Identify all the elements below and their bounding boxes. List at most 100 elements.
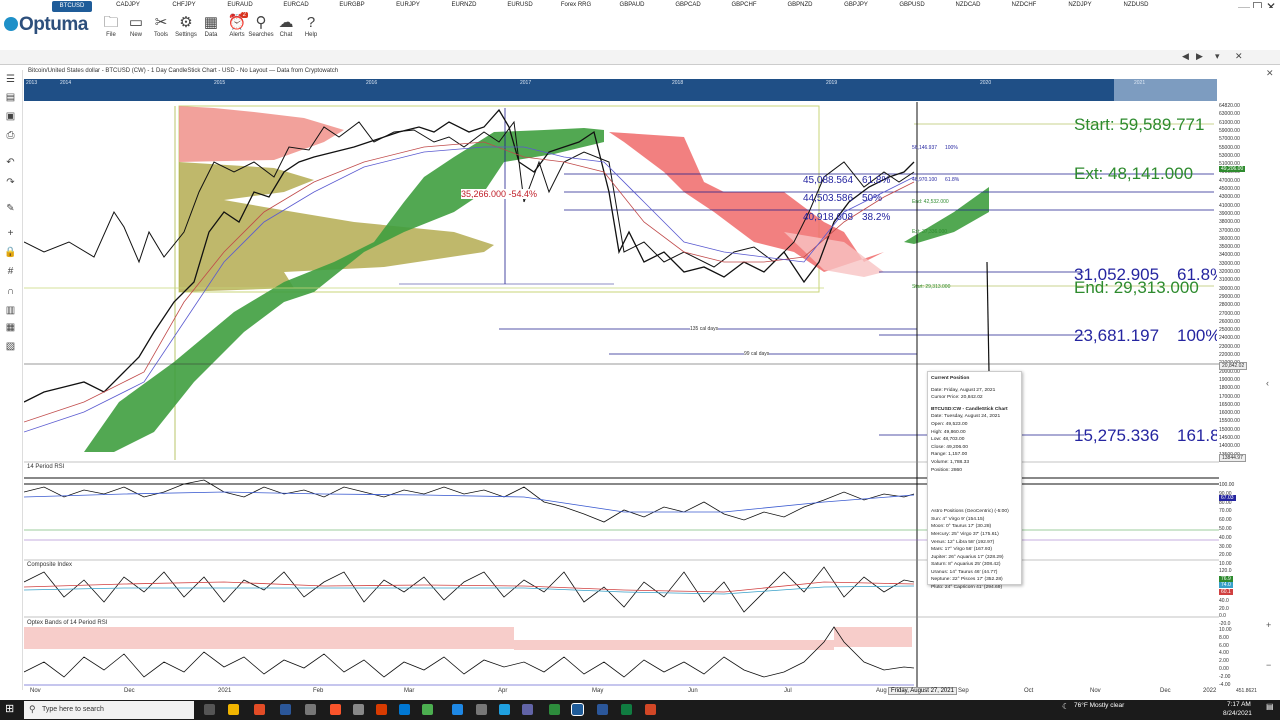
fib-ext-label: Ext: 48,141.000 [1074,164,1194,183]
timeline-year: 2017 [520,80,532,86]
timeline-year: 2020 [980,80,992,86]
table-icon[interactable]: ▦ [4,322,17,333]
axis-tick-label: 41000.00 [1219,202,1240,209]
tab-gbpaud[interactable]: GBPAUD [612,2,652,8]
tab-gbpchf[interactable]: GBPCHF [724,2,764,8]
app-icon[interactable] [280,704,291,715]
timeline-navigator[interactable]: 2013 2014 2015 2016 2017 2018 2019 2020 … [24,79,1217,101]
tab-eurgbp[interactable]: EURGBP [332,2,372,8]
chat-button[interactable]: ☁ Chat [273,14,299,38]
tab-eurnzd[interactable]: EURNZD [444,2,484,8]
task-view-icon[interactable] [204,704,215,715]
lock-icon[interactable]: 🔒 [4,247,17,258]
grid-icon[interactable]: # [4,266,17,277]
notification-icon[interactable]: ▤ [1266,702,1274,711]
weather-text[interactable]: 76°F Mostly clear [1074,702,1124,709]
clock-time[interactable]: 7:17 AM [1227,701,1251,708]
app-icon[interactable] [254,704,265,715]
zoom-out-icon[interactable]: − [1266,660,1271,670]
new-button[interactable]: ▭ New [123,14,149,38]
app-icon[interactable] [476,704,487,715]
brave-browser-icon[interactable] [330,704,341,715]
panel-close-icon[interactable]: ✕ [1266,68,1274,79]
excel-icon[interactable] [621,704,632,715]
list-icon[interactable]: ☰ [4,74,17,85]
astro-line: Sun: 4° Virgo 9' (154.15) [931,516,985,522]
ribbon-button-label: Chat [279,32,293,38]
zoom-in-icon[interactable]: + [1266,620,1271,630]
searches-button[interactable]: ⚲ Searches [248,14,274,38]
alerts-button[interactable]: ⏰ 2 Alerts [224,12,250,38]
data-button[interactable]: ▦ Data [198,14,224,38]
app-icon[interactable] [499,704,510,715]
notes-icon[interactable]: ▧ [4,341,17,352]
tab-gbpnzd[interactable]: GBPNZD [780,2,820,8]
tab-euraud[interactable]: EURAUD [220,2,260,8]
x-axis-tick-label: Nov [1090,688,1101,694]
x-axis-tick-label: Mar [404,688,415,694]
save-icon[interactable]: ▣ [4,111,17,122]
timeline-year: 2015 [214,80,226,86]
astro-line: Mars: 17° Virgo 56' (167.93) [931,547,992,553]
tab-scroll-left-icon[interactable]: ◀ [1182,51,1189,62]
timeline-year: 2014 [60,80,72,86]
file-button[interactable]: 🗀 File [98,14,124,38]
layout-icon[interactable]: ▤ [4,92,17,103]
axis-tick-label: 45000.00 [1219,186,1240,192]
tab-eurcad[interactable]: EURCAD [276,2,316,8]
clock-date[interactable]: 8/24/2021 [1223,710,1252,717]
ruler-icon[interactable]: ▥ [4,305,17,316]
tab-nzdjpy[interactable]: NZDJPY [1060,2,1100,8]
tab-nzdusd[interactable]: NZDUSD [1116,2,1156,8]
axis-tick-label: 16500.00 [1219,401,1240,408]
print-icon[interactable]: ⎙ [4,130,17,141]
help-button[interactable]: ? Help [298,14,324,38]
ribbon-button-label: New [129,32,142,38]
ribbon-button-label: Tools [153,32,168,38]
edge-browser-icon[interactable] [399,704,410,715]
undo-icon[interactable]: ↶ [4,157,17,168]
tab-chfjpy[interactable]: CHFJPY [164,2,204,8]
tab-nzdcad[interactable]: NZDCAD [948,2,988,8]
magnet-icon[interactable]: ∩ [4,286,17,297]
powerpoint-icon[interactable] [645,704,656,715]
app-icon[interactable] [305,704,316,715]
app-icon[interactable] [353,704,364,715]
tools-button[interactable]: ✂ Tools [148,14,174,38]
rsi-average [24,491,915,513]
tab-eurusd[interactable]: EURUSD [500,2,540,8]
windows-start-icon[interactable]: ⊞ [5,703,17,715]
taskbar-search-input[interactable]: Type here to search [24,701,194,719]
app-icon[interactable] [522,704,533,715]
close-tab-icon[interactable]: ✕ [1235,51,1243,62]
tab-eurjpy[interactable]: EURJPY [388,2,428,8]
tab-forex-rrg[interactable]: Forex RRG [556,2,596,8]
tab-list-icon[interactable]: ▾ [1215,51,1220,62]
tab-scroll-right-icon[interactable]: ▶ [1196,51,1203,62]
popup-data: Low: 48,703.00 [931,437,965,443]
file-explorer-icon[interactable] [228,704,239,715]
chart-canvas[interactable] [24,102,1219,690]
chrome-browser-icon[interactable] [422,704,433,715]
tab-gbpjpy[interactable]: GBPJPY [836,2,876,8]
crosshair-icon[interactable]: + [4,228,17,239]
optuma-app-icon[interactable] [571,703,584,716]
panel-collapse-icon[interactable]: ‹ [1266,378,1269,388]
tab-nzdchf[interactable]: NZDCHF [1004,2,1044,8]
word-icon[interactable] [597,704,608,715]
app-icon[interactable] [452,704,463,715]
pencil-icon[interactable]: ✎ [4,203,17,214]
tab-btcusd[interactable]: BTCUSD [52,1,92,12]
tab-cadjpy[interactable]: CADJPY [108,2,148,8]
tab-gbpusd[interactable]: GBPUSD [892,2,932,8]
axis-tick-label: 70.00 [1219,508,1232,515]
timeline-selection[interactable] [1114,79,1217,101]
app-icon[interactable] [549,704,560,715]
redo-icon[interactable]: ↷ [4,177,17,188]
settings-button[interactable]: ⚙ Settings [173,14,199,38]
fib-small-pct: 100% [945,145,958,151]
axis-tick-label: 61000.00 [1219,119,1240,126]
x-axis-tick-label: Oct [1024,688,1034,694]
app-icon[interactable] [376,704,387,715]
tab-gbpcad[interactable]: GBPCAD [668,2,708,8]
